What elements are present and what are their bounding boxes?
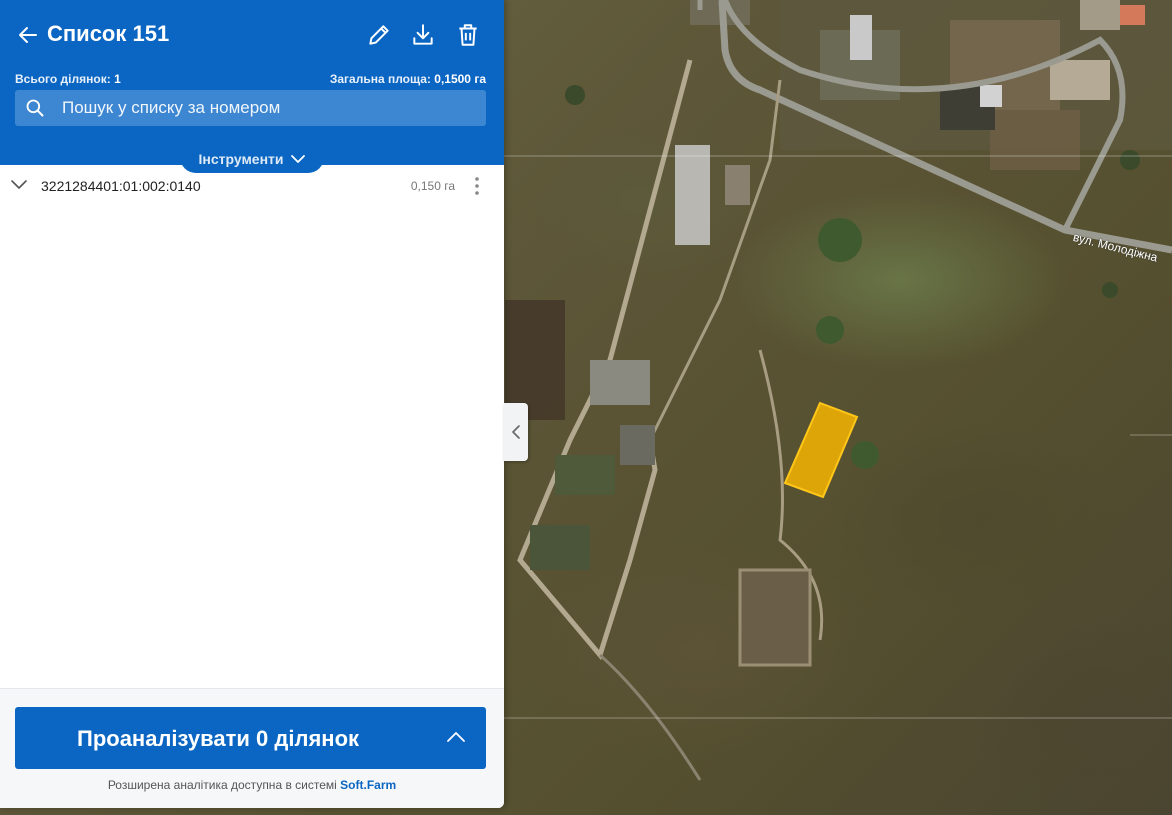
chevron-down-icon [290, 154, 305, 163]
analyze-button-label: Проаналізувати 0 ділянок [77, 726, 360, 751]
download-icon[interactable] [410, 22, 436, 48]
search-icon [26, 99, 44, 117]
tools-toggle[interactable]: Інструменти [180, 144, 324, 173]
panel-footer: Проаналізувати 0 ділянок Розширена аналі… [0, 688, 504, 808]
total-parcels: Всього ділянок: 1 [15, 72, 121, 86]
parcel-list: 3221284401:01:002:0140 0,150 га [0, 173, 504, 199]
total-parcels-value: 1 [114, 72, 121, 86]
parcel-highlight[interactable] [783, 401, 859, 499]
panel-header: Список 151 Всього ділянок: 1 Загальна пл… [0, 0, 504, 165]
total-parcels-label: Всього ділянок: [15, 72, 111, 86]
collapse-panel-button[interactable] [504, 403, 528, 461]
more-vertical-icon[interactable] [470, 175, 484, 197]
analytics-note: Розширена аналітика доступна в системі S… [0, 778, 504, 792]
total-area-label: Загальна площа: [329, 72, 431, 86]
softfarm-link[interactable]: Soft.Farm [340, 778, 396, 792]
arrow-left-icon[interactable] [16, 23, 40, 47]
analytics-note-text: Розширена аналітика доступна в системі [107, 778, 341, 792]
trash-icon[interactable] [455, 22, 481, 48]
total-area-value: 0,1500 га [434, 72, 486, 86]
analyze-button[interactable]: Проаналізувати 0 ділянок [15, 707, 486, 769]
parcel-list-panel: Список 151 Всього ділянок: 1 Загальна пл… [0, 0, 504, 808]
page-title: Список 151 [47, 21, 170, 46]
parcel-number: 3221284401:01:002:0140 [41, 178, 201, 194]
chevron-up-icon [447, 732, 465, 742]
list-item[interactable]: 3221284401:01:002:0140 0,150 га [0, 173, 504, 199]
search-input[interactable] [62, 98, 462, 118]
parcel-area: 0,150 га [410, 179, 455, 193]
chevron-left-icon [512, 425, 520, 439]
chevron-down-icon[interactable] [10, 178, 28, 192]
pencil-icon[interactable] [366, 22, 392, 48]
tools-label: Інструменти [198, 150, 284, 167]
search-bar [15, 90, 486, 126]
total-area: Загальна площа: 0,1500 га [330, 72, 486, 86]
